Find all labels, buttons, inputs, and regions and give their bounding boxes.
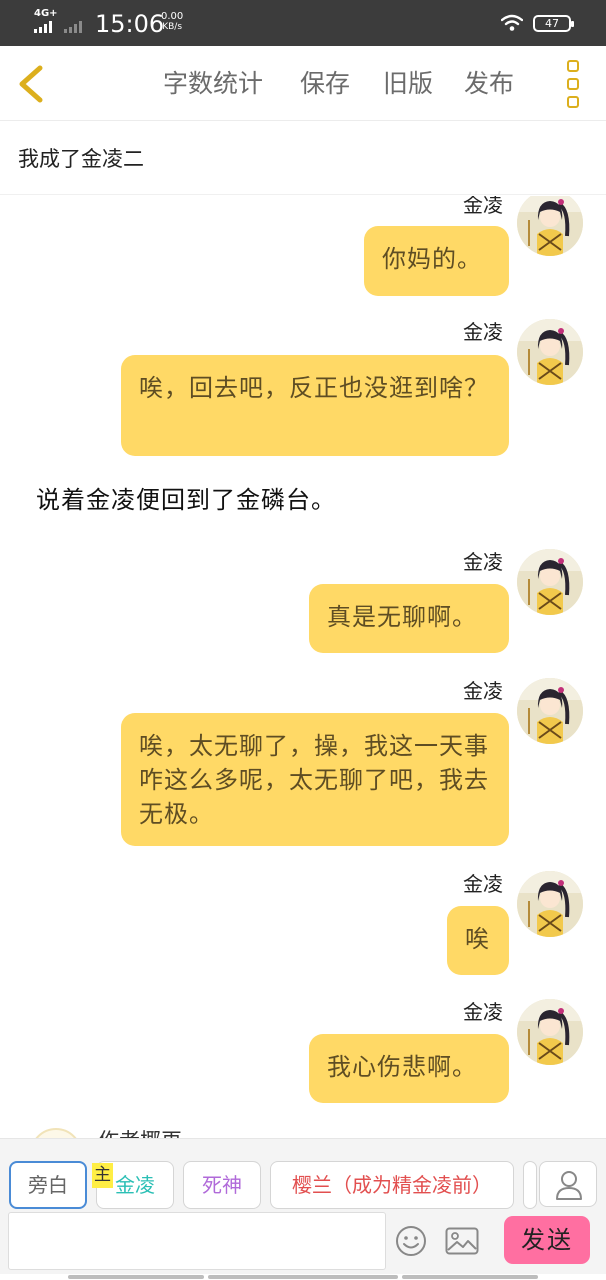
avatar[interactable] [517,999,583,1065]
save-button[interactable]: 保存 [300,68,350,100]
speaker-name: 金凌 [463,550,503,574]
role-chip-yinglan[interactable]: 樱兰（成为精金凌前） [270,1161,514,1209]
publish-button[interactable]: 发布 [464,68,514,100]
signal-icon [34,21,56,33]
wifi-icon [501,14,523,31]
avatar[interactable] [517,871,583,937]
message-bubble[interactable]: 唉，回去吧，反正也没逛到啥？ [121,355,509,456]
avatar[interactable] [517,196,583,256]
story-editor-screen: 4G+ 15:06 0.00 KB/s 47 字数统计 保存 旧版 发布 我成了… [0,0,606,1280]
avatar[interactable] [517,319,583,385]
author-avatar[interactable] [30,1128,82,1138]
back-chevron-icon[interactable] [14,64,50,104]
speed-unit: KB/s [162,22,183,32]
speaker-name: 金凌 [463,872,503,896]
scroll-indicator [208,1275,398,1279]
speaker-name: 金凌 [463,1000,503,1024]
old-version-button[interactable]: 旧版 [383,68,433,100]
speed-value: 0.00 [161,11,184,22]
speaker-name: 金凌 [463,196,503,217]
word-count-button[interactable]: 字数统计 [163,68,263,100]
battery-icon: 47 [533,15,574,32]
network-speed: 0.00 KB/s [161,11,183,33]
speaker-name: 金凌 [463,679,503,703]
message-bubble[interactable]: 唉，太无聊了，操，我这一天事咋这么多呢，太无聊了吧，我去无极。 [121,713,509,846]
story-title: 我成了金凌二 [18,147,144,171]
person-icon[interactable] [539,1161,597,1207]
role-chip-more[interactable] [523,1161,537,1209]
story-title-bar[interactable]: 我成了金凌二 [0,121,606,195]
status-bar: 4G+ 15:06 0.00 KB/s 47 [0,0,606,46]
role-chip-shinigami[interactable]: 死神 [183,1161,261,1209]
author-name: 作者椰再 [98,1129,182,1138]
image-icon[interactable] [445,1227,479,1255]
narration-text[interactable]: 说着金凌便回到了金磷台。 [36,484,336,516]
message-input[interactable] [8,1212,386,1270]
message-bubble[interactable]: 唉 [447,906,509,975]
main-role-badge: 主 [92,1163,113,1188]
message-bubble[interactable]: 你妈的。 [364,226,509,296]
scroll-indicator [68,1275,204,1279]
scroll-indicator [402,1275,538,1279]
message-bubble[interactable]: 真是无聊啊。 [309,584,509,653]
avatar[interactable] [517,549,583,615]
clock: 15:06 [95,10,165,38]
send-button[interactable]: 发送 [504,1216,590,1264]
avatar[interactable] [517,678,583,744]
editor-toolbar: 字数统计 保存 旧版 发布 [0,46,606,121]
speaker-name: 金凌 [463,320,503,344]
signal-2-icon [64,21,86,33]
more-icon[interactable] [562,60,584,108]
message-bubble[interactable]: 我心伤悲啊。 [309,1034,509,1103]
role-chip-narrator[interactable]: 旁白 [9,1161,87,1209]
emoji-icon[interactable] [395,1225,427,1257]
chat-area[interactable]: 金凌 你妈的。 金凌 唉，回去吧，反正也没逛到啥？ 说着金凌便回到了金磷台。 金… [0,196,606,1138]
network-type: 4G+ [34,8,58,19]
